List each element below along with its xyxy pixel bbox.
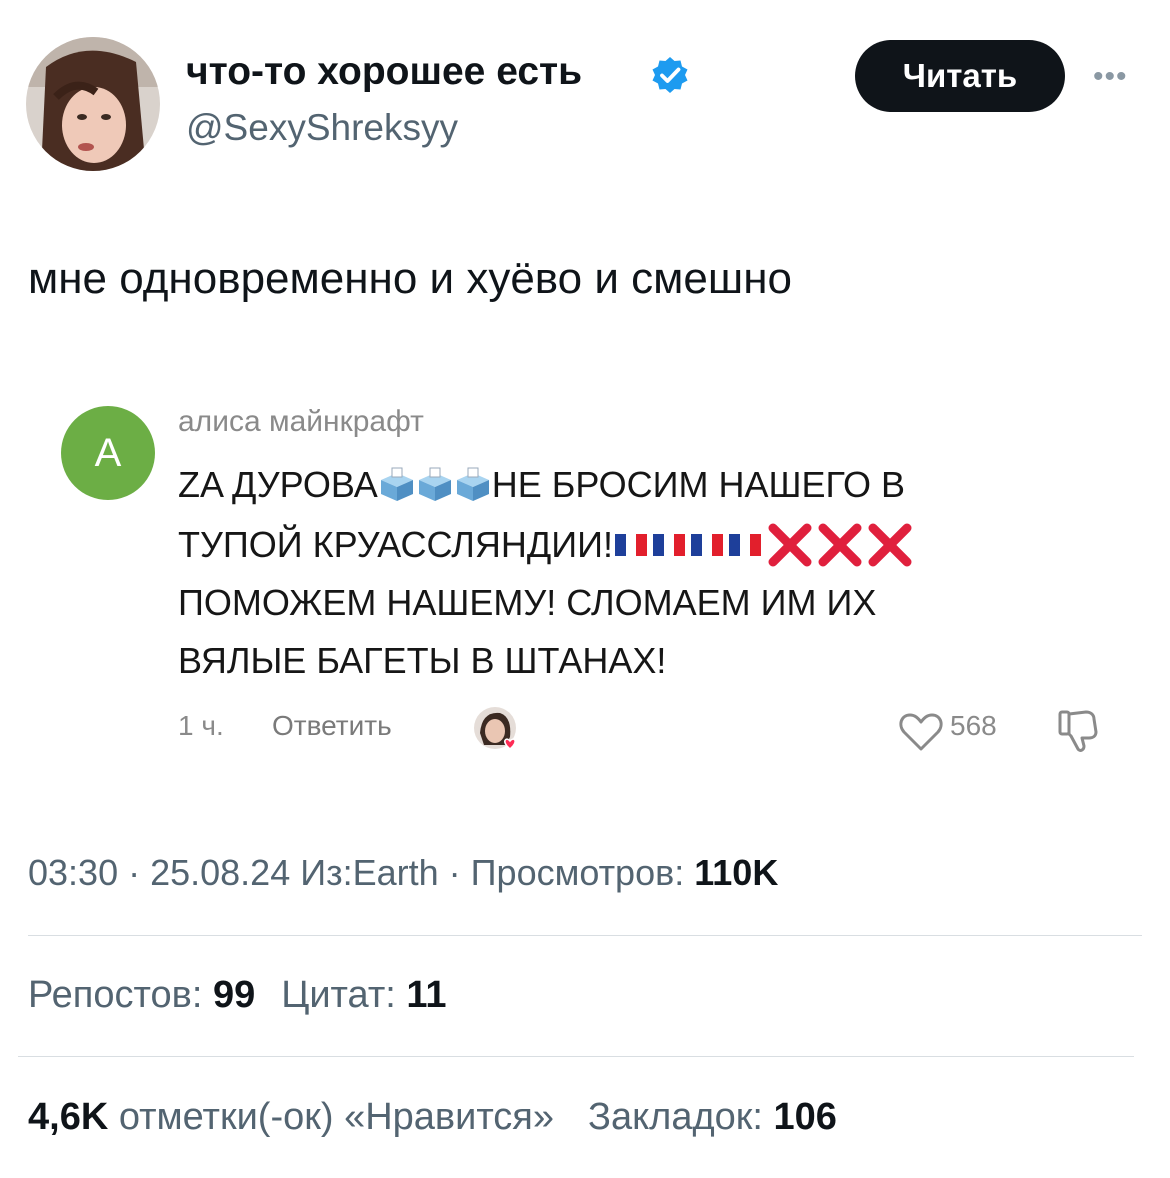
- comment-line-4: ВЯЛЫЕ БАГЕТЫ В ШТАНАХ!: [178, 640, 667, 681]
- likes-link[interactable]: 4,6K отметки(-ок) «Нравится»: [28, 1096, 554, 1138]
- heart-outline-icon[interactable]: [898, 712, 944, 752]
- tweet-date[interactable]: 25.08.24: [150, 852, 290, 893]
- comment-reply-button[interactable]: Ответить: [272, 710, 392, 742]
- comment-line-3: ПОМОЖЕМ НАШЕМУ! СЛОМАЕМ ИМ ИХ: [178, 582, 877, 623]
- likes-count: 4,6K: [28, 1096, 109, 1138]
- ballot-box-icon: [418, 467, 451, 501]
- meta-separator: ·: [438, 852, 471, 893]
- bookmarks-label: Закладок:: [588, 1096, 774, 1138]
- tweet-time[interactable]: 03:30: [28, 852, 118, 893]
- repost-quote-stats: Репостов: 99 Цитат: 11: [28, 974, 447, 1017]
- author-name[interactable]: что-то хорошее есть: [186, 50, 582, 94]
- comment-time: 1 ч.: [178, 710, 224, 741]
- thumbs-down-icon[interactable]: [1056, 708, 1100, 754]
- comment-like-count: 568: [950, 710, 997, 741]
- author-handle[interactable]: @SexyShreksyy: [186, 107, 458, 149]
- tweet-text: мне одновременно и хуёво и смешно: [28, 254, 792, 303]
- quotes-count: 11: [406, 974, 447, 1016]
- divider: [18, 1056, 1134, 1057]
- french-flag-icon: [729, 534, 762, 556]
- french-flag-icon: [691, 534, 724, 556]
- french-flag-icon: [615, 534, 648, 556]
- ballot-box-icon: [380, 467, 413, 501]
- more-options-icon[interactable]: •••: [1093, 60, 1128, 94]
- comment-text: ТУПОЙ КРУАССЛЯНДИИ!: [178, 524, 614, 565]
- creator-liked-avatar: [474, 707, 516, 751]
- reposts-count: 99: [212, 974, 256, 1016]
- french-flag-icon: [653, 534, 686, 556]
- comment-text: ZA ДУРОВА: [178, 464, 378, 505]
- comment-author: алиса майнкрафт: [178, 405, 424, 438]
- quotes-label: Цитат:: [281, 974, 407, 1016]
- comment-line-2: ТУПОЙ КРУАССЛЯНДИИ!: [178, 522, 917, 568]
- bookmarks-link[interactable]: Закладок: 106: [588, 1096, 837, 1138]
- quotes-link[interactable]: Цитат: 11: [281, 974, 446, 1016]
- likes-bookmarks-stats: 4,6K отметки(-ок) «Нравится» Закладок: 10…: [28, 1096, 837, 1139]
- ballot-box-icon: [456, 467, 489, 501]
- comment-avatar: А: [61, 406, 155, 500]
- comment-line-1: ZA ДУРОВА НЕ БРОСИМ НАШЕГО В: [178, 464, 905, 506]
- reposts-label: Репостов:: [28, 974, 213, 1016]
- divider: [28, 935, 1142, 936]
- views-label: Просмотров:: [470, 852, 695, 893]
- views-count: 110K: [694, 852, 779, 893]
- follow-button[interactable]: Читать: [855, 40, 1065, 112]
- verified-badge-icon: [650, 55, 690, 95]
- cross-mark-icon: [768, 523, 912, 567]
- bookmarks-count: 106: [773, 1096, 837, 1138]
- tweet-source: Из:Earth: [290, 852, 439, 893]
- meta-separator: ·: [118, 852, 151, 893]
- likes-label: отметки(-ок) «Нравится»: [108, 1096, 555, 1138]
- reposts-link[interactable]: Репостов: 99: [28, 974, 255, 1016]
- comment-text: НЕ БРОСИМ НАШЕГО В: [491, 464, 905, 505]
- tweet-meta: 03:30 · 25.08.24 Из:Earth · Просмотров: …: [28, 852, 778, 894]
- author-avatar[interactable]: [26, 37, 160, 171]
